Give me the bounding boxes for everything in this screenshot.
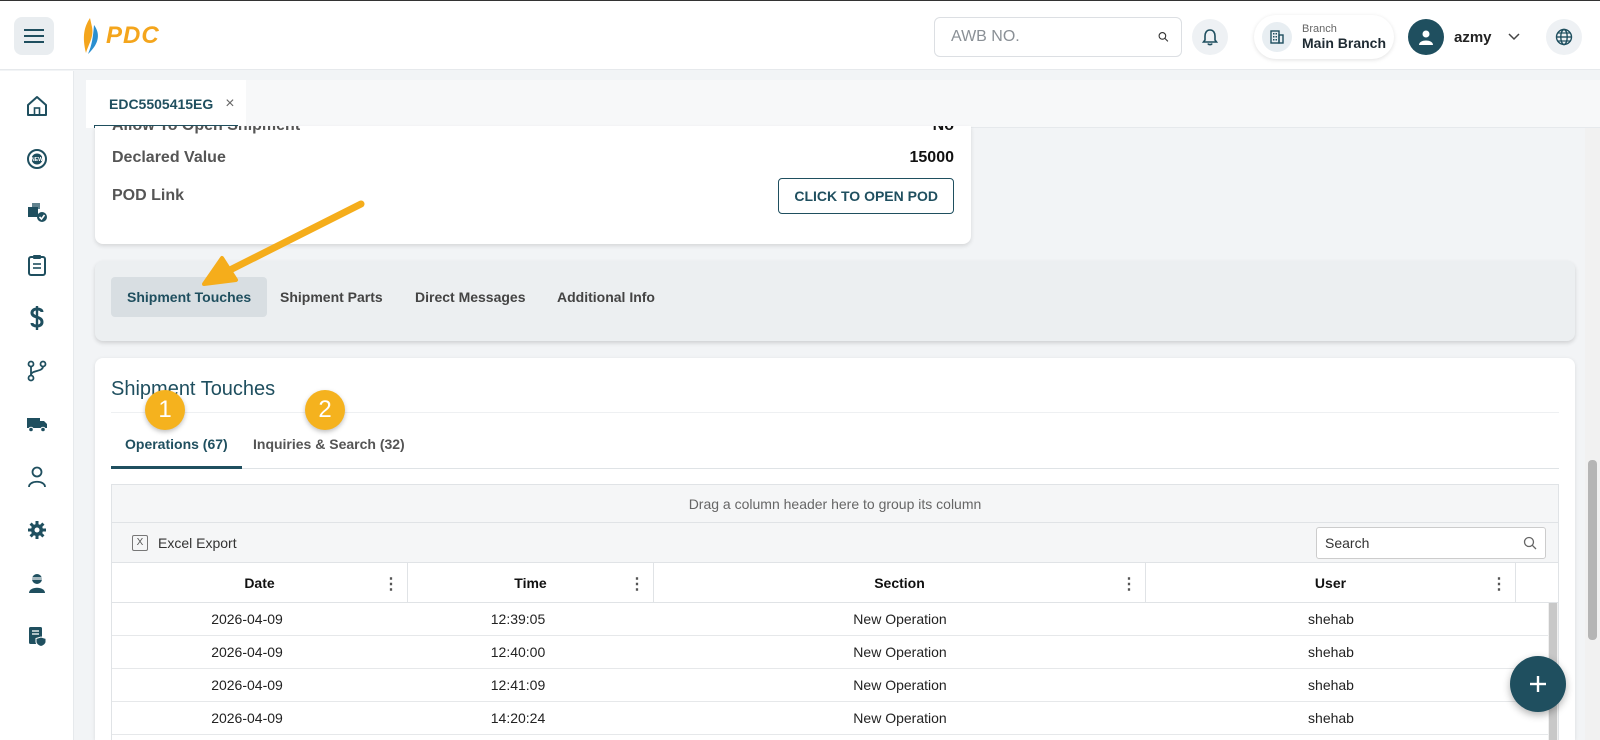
page-scrollbar[interactable] bbox=[1585, 128, 1600, 740]
table-row[interactable]: 2026-04-09 14:20:24 New Operation shehab bbox=[112, 702, 1558, 735]
excel-export-label: Excel Export bbox=[158, 534, 237, 551]
top-bar: PDC Branch Main Branch azmy bbox=[0, 0, 1600, 70]
sidebar-item-shipments[interactable] bbox=[17, 192, 57, 232]
tab-additional-info[interactable]: Additional Info bbox=[541, 277, 671, 317]
open-pod-button[interactable]: CLICK TO OPEN POD bbox=[778, 178, 954, 214]
column-header-user[interactable]: User ⋮ bbox=[1146, 563, 1516, 602]
username: azmy bbox=[1454, 28, 1492, 46]
table-row[interactable]: 2026-04-09 12:39:05 New Operation shehab bbox=[112, 603, 1558, 636]
info-row-pod-link: POD Link CLICK TO OPEN POD bbox=[112, 178, 954, 214]
close-icon[interactable]: × bbox=[225, 95, 234, 113]
section-title: Shipment Touches bbox=[111, 378, 276, 400]
gear-icon bbox=[28, 521, 46, 539]
svg-text:NEW: NEW bbox=[31, 157, 43, 163]
subtab-inquiries-search[interactable]: Inquiries & Search (32) bbox=[253, 436, 405, 452]
declared-value: 15000 bbox=[909, 149, 955, 166]
sidebar-item-finance[interactable] bbox=[17, 298, 57, 338]
branch-selector[interactable]: Branch Main Branch bbox=[1254, 15, 1394, 59]
shipment-info-card: Allow To Open Shipment No Declared Value… bbox=[95, 126, 971, 244]
user-icon bbox=[1419, 30, 1433, 45]
document-shield-icon bbox=[29, 627, 47, 647]
open-tabs-bar: EDC5505415EG × bbox=[86, 80, 1600, 128]
tab-awb-document[interactable]: EDC5505415EG × bbox=[86, 80, 246, 128]
table-row[interactable]: 2026-04-09 12:40:00 New Operation shehab bbox=[112, 636, 1558, 669]
column-menu-icon[interactable]: ⋮ bbox=[1491, 574, 1507, 594]
column-header-date[interactable]: Date ⋮ bbox=[112, 563, 408, 602]
declared-value-label: Declared Value bbox=[112, 149, 226, 166]
column-menu-icon[interactable]: ⋮ bbox=[383, 574, 399, 594]
language-button[interactable] bbox=[1546, 19, 1582, 55]
truck-icon bbox=[27, 418, 47, 433]
grid-toolbar: X Excel Export bbox=[112, 523, 1558, 563]
courier-icon bbox=[29, 574, 45, 593]
hamburger-icon bbox=[24, 29, 44, 43]
subtab-operations[interactable]: Operations (67) bbox=[125, 436, 228, 452]
menu-button[interactable] bbox=[14, 17, 54, 55]
logo-flame-icon bbox=[83, 18, 98, 54]
dollar-icon bbox=[30, 306, 44, 330]
sidebar-item-reports[interactable] bbox=[17, 245, 57, 285]
pdc-logo[interactable]: PDC bbox=[80, 15, 160, 57]
operations-grid: Drag a column header here to group its c… bbox=[111, 484, 1559, 740]
group-by-drop-area[interactable]: Drag a column header here to group its c… bbox=[112, 485, 1558, 523]
table-row[interactable]: 2026-04-09 12:41:09 New Operation shehab bbox=[112, 669, 1558, 702]
globe-icon bbox=[1555, 28, 1573, 46]
sidebar-item-couriers[interactable] bbox=[17, 563, 57, 603]
plus-icon bbox=[1530, 676, 1546, 692]
avatar bbox=[1408, 19, 1444, 55]
excel-icon: X bbox=[132, 534, 148, 551]
tab-awb-label: EDC5505415EG bbox=[109, 96, 214, 112]
packages-check-icon bbox=[28, 203, 47, 222]
person-icon bbox=[28, 466, 46, 488]
sidebar-item-customers[interactable] bbox=[17, 457, 57, 497]
column-menu-icon[interactable]: ⋮ bbox=[629, 574, 645, 594]
grid-search-input[interactable] bbox=[1325, 534, 1523, 551]
search-icon[interactable] bbox=[1158, 27, 1169, 47]
pod-link-label: POD Link bbox=[112, 187, 185, 204]
clipboard-icon bbox=[28, 255, 46, 276]
bell-icon bbox=[1202, 29, 1218, 46]
excel-export-button[interactable]: X Excel Export bbox=[132, 534, 237, 551]
sidebar: NEW bbox=[0, 71, 74, 740]
grid-search bbox=[1316, 526, 1546, 559]
tab-shipment-touches[interactable]: Shipment Touches bbox=[111, 277, 268, 317]
branch-flow-icon bbox=[27, 360, 47, 382]
sidebar-item-home[interactable] bbox=[17, 86, 57, 126]
tab-shipment-parts[interactable]: Shipment Parts bbox=[264, 277, 399, 317]
branch-name: Main Branch bbox=[1302, 34, 1387, 51]
column-header-section[interactable]: Section ⋮ bbox=[654, 563, 1146, 602]
branch-caption: Branch bbox=[1302, 22, 1337, 35]
awb-search bbox=[934, 17, 1182, 57]
sidebar-item-workflow[interactable] bbox=[17, 351, 57, 391]
section-tabs-card: Shipment Touches Shipment Parts Direct M… bbox=[95, 261, 1575, 341]
awb-input[interactable] bbox=[951, 28, 1158, 46]
step-badge-2: 2 bbox=[305, 390, 345, 430]
info-row-open-shipment: Allow To Open Shipment No bbox=[112, 126, 954, 138]
sidebar-item-new[interactable]: NEW bbox=[17, 139, 57, 179]
column-menu-icon[interactable]: ⋮ bbox=[1121, 574, 1137, 594]
add-button[interactable] bbox=[1510, 656, 1566, 712]
user-menu[interactable]: azmy bbox=[1408, 19, 1520, 55]
sidebar-item-delivery[interactable] bbox=[17, 404, 57, 444]
notifications-button[interactable] bbox=[1192, 19, 1228, 55]
tab-direct-messages[interactable]: Direct Messages bbox=[399, 277, 542, 317]
column-header-time[interactable]: Time ⋮ bbox=[408, 563, 654, 602]
sidebar-item-documents[interactable] bbox=[17, 616, 57, 656]
shipment-touches-card: Shipment Touches Operations (67) Inquiri… bbox=[95, 358, 1575, 740]
chevron-down-icon bbox=[1508, 33, 1520, 41]
logo-text: PDC bbox=[106, 22, 160, 49]
search-icon[interactable] bbox=[1523, 536, 1537, 550]
info-row-declared-value: Declared Value 15000 bbox=[112, 146, 954, 170]
grid-header: Date ⋮ Time ⋮ Section ⋮ User ⋮ bbox=[112, 563, 1558, 603]
sidebar-item-settings[interactable] bbox=[17, 510, 57, 550]
building-icon bbox=[1270, 30, 1284, 44]
home-icon bbox=[27, 96, 47, 116]
new-badge-icon: NEW bbox=[27, 149, 47, 169]
step-badge-1: 1 bbox=[145, 390, 185, 430]
